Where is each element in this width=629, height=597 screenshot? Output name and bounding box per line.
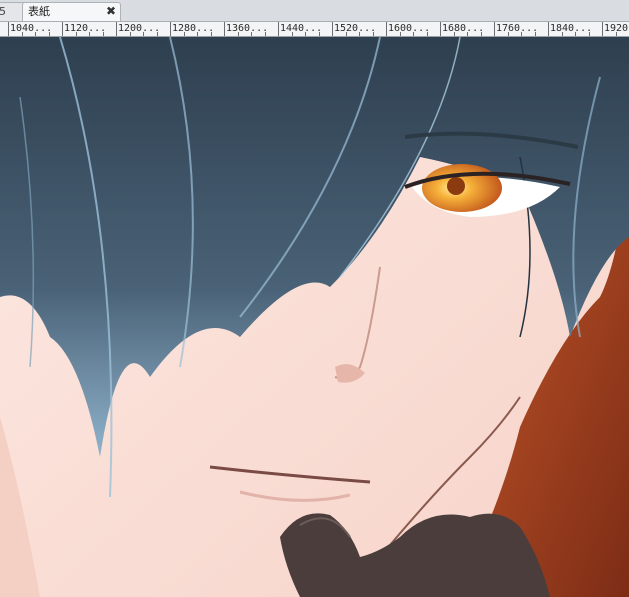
illustration <box>0 37 629 597</box>
ruler-minor-tick <box>305 32 306 36</box>
eye-pupil <box>447 177 465 195</box>
ruler-minor-tick <box>21 32 23 36</box>
ruler-minor-tick <box>129 32 131 36</box>
ruler-major-tick <box>116 22 117 36</box>
ruler-major-tick <box>602 22 603 36</box>
ruler-minor-tick <box>197 32 198 36</box>
horizontal-ruler: 1040... 1120... 1200... 1280... 1360... 1440.… <box>0 22 629 37</box>
ruler-minor-tick <box>575 32 576 36</box>
tab-label: 表紙 <box>28 5 50 18</box>
glove <box>280 513 550 597</box>
ruler-label: 1600... <box>388 23 431 34</box>
ruler-minor-tick <box>48 32 50 36</box>
ruler-minor-tick <box>237 32 239 36</box>
ruler-minor-tick <box>507 32 509 36</box>
close-tab-icon[interactable]: ✖ <box>106 3 116 20</box>
ruler-major-tick <box>62 22 63 36</box>
ruler-label: 1040... <box>10 23 53 34</box>
ruler-minor-tick <box>467 32 468 36</box>
ruler-major-tick <box>8 22 9 36</box>
tab-label: 5 <box>0 5 6 18</box>
ruler-major-tick <box>224 22 225 36</box>
ruler-minor-tick <box>426 32 428 36</box>
ruler-minor-tick <box>521 32 522 36</box>
ruler-label: 1200... <box>118 23 161 34</box>
ruler-minor-tick <box>251 32 252 36</box>
ruler-minor-tick <box>156 32 158 36</box>
ruler-major-tick <box>332 22 333 36</box>
ruler-minor-tick <box>399 32 401 36</box>
ruler-label: 1840... <box>550 23 593 34</box>
document-tab-active[interactable]: 表紙 ✖ <box>22 2 121 21</box>
ruler-minor-tick <box>534 32 536 36</box>
ruler-minor-tick <box>89 32 90 36</box>
ruler-minor-tick <box>561 32 563 36</box>
ruler-minor-tick <box>264 32 266 36</box>
ruler-minor-tick <box>588 32 590 36</box>
ruler-minor-tick <box>615 32 617 36</box>
ruler-minor-tick <box>35 32 36 36</box>
ruler-major-tick <box>548 22 549 36</box>
ruler-minor-tick <box>291 32 293 36</box>
ruler-label: 1440... <box>280 23 323 34</box>
ruler-minor-tick <box>318 32 320 36</box>
ruler-minor-tick <box>359 32 360 36</box>
ruler-minor-tick <box>345 32 347 36</box>
ruler-major-tick <box>278 22 279 36</box>
ruler-minor-tick <box>102 32 104 36</box>
ruler-label: 1760... <box>496 23 539 34</box>
ruler-label: 1120... <box>64 23 107 34</box>
ruler-minor-tick <box>480 32 482 36</box>
ruler-major-tick <box>386 22 387 36</box>
ruler-minor-tick <box>372 32 374 36</box>
ruler-minor-tick <box>143 32 144 36</box>
document-tab-bar: 5 表紙 ✖ <box>0 0 629 22</box>
ruler-minor-tick <box>75 32 77 36</box>
ruler-label: 1520... <box>334 23 377 34</box>
ruler-label: 1360... <box>226 23 269 34</box>
ruler-major-tick <box>170 22 171 36</box>
ruler-major-tick <box>440 22 441 36</box>
ruler-minor-tick <box>183 32 185 36</box>
ruler-label: 1680... <box>442 23 485 34</box>
drawing-canvas[interactable] <box>0 37 629 597</box>
ruler-major-tick <box>494 22 495 36</box>
ruler-minor-tick <box>210 32 212 36</box>
ruler-label: 1280... <box>172 23 215 34</box>
ruler-minor-tick <box>413 32 414 36</box>
ruler-minor-tick <box>453 32 455 36</box>
